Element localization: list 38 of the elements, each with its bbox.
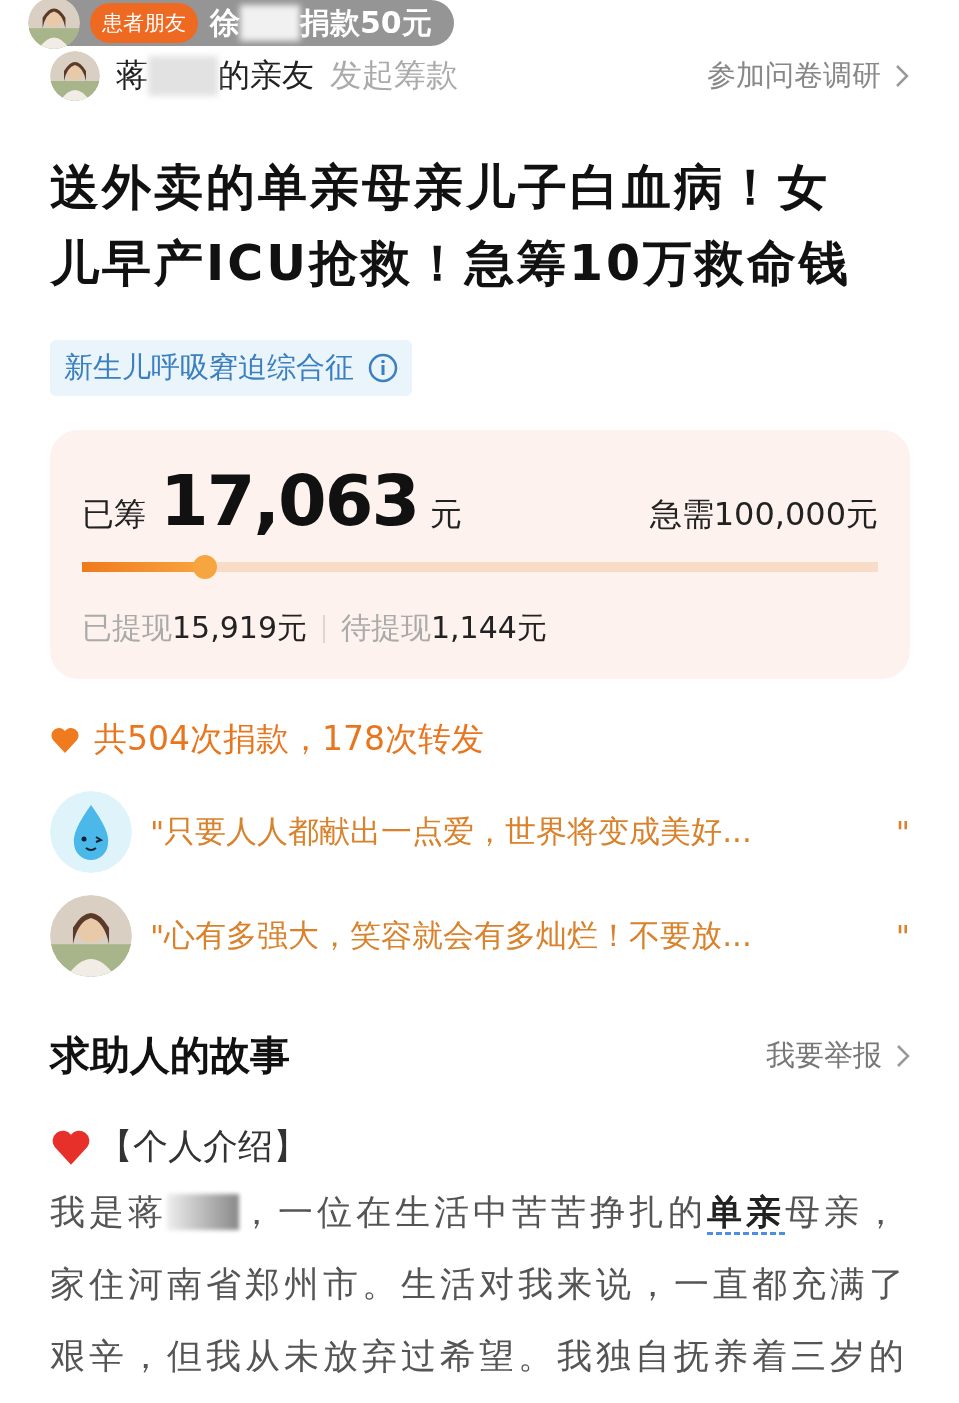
redaction-blur: [148, 56, 218, 96]
chevron-right-icon: [895, 64, 909, 88]
target-amount: 急需100,000元: [649, 494, 878, 535]
section-heading: 求助人的故事: [50, 1031, 291, 1080]
pending-label: 待提现: [341, 609, 431, 647]
section-label: 【个人介绍】: [98, 1125, 308, 1168]
info-icon: [368, 353, 398, 383]
quote-mark: ": [895, 918, 910, 954]
friend-badge: 患者朋友: [90, 3, 198, 43]
diagnosis-tag[interactable]: 新生儿呼吸窘迫综合征: [50, 340, 412, 396]
quote-mark: ": [150, 814, 165, 850]
organizer-relation: 的亲友: [218, 55, 314, 96]
term-link[interactable]: 单亲: [707, 1192, 785, 1235]
message-text: 心有多强大，笑容就会有多灿烂！不要放...: [164, 916, 753, 955]
campaign-title: 送外卖的单亲母亲儿子白血病！女儿早产ICU抢救！急筹10万救命钱: [50, 158, 853, 294]
withdrawn-amount: 15,919元: [172, 609, 307, 647]
survey-link[interactable]: 参加问卷调研: [707, 56, 909, 96]
report-link[interactable]: 我要举报: [766, 1035, 910, 1076]
pending-amount: 1,144元: [431, 609, 547, 647]
quote-mark: ": [150, 918, 165, 954]
donation-stats: 共504次捐款，178次转发: [94, 718, 484, 760]
story-text: ，一位在生活中苦苦挣扎的单亲母亲，: [239, 1176, 902, 1248]
quote-mark: ": [895, 814, 910, 850]
redaction-blur: [167, 1194, 239, 1230]
chevron-right-icon: [896, 1043, 910, 1068]
withdrawn-label: 已提现: [82, 609, 172, 647]
story-text: 我是蒋: [50, 1191, 167, 1234]
message-text: 只要人人都献出一点爱，世界将变成美好...: [164, 812, 753, 851]
organizer-name: 蒋: [116, 55, 148, 96]
currency-unit: 元: [430, 494, 463, 535]
donor-name: 徐: [210, 3, 240, 42]
story-text: 家住河南省郑州市。生活对我来说，一直都充满了艰辛，但我从未放弃过希望。我独自抚养着三岁的: [50, 1263, 909, 1378]
heart-icon: [50, 725, 80, 754]
organizer-action: 发起筹款: [330, 55, 458, 96]
redaction-blur: [240, 5, 300, 41]
raised-label: 已筹: [82, 494, 146, 535]
donation-text: 捐款50元: [300, 3, 432, 42]
raised-amount: 17,063: [160, 460, 419, 542]
